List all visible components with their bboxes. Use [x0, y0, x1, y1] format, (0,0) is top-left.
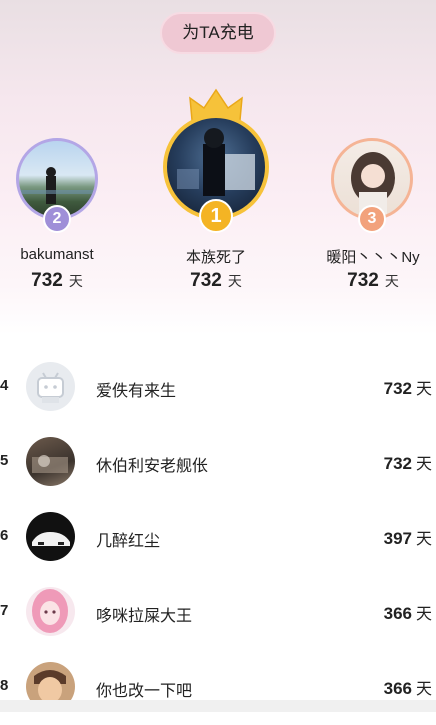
list-item[interactable]: 8 你也改一下吧 366 天 — [0, 650, 436, 725]
bottom-divider — [0, 700, 436, 712]
days-count: 397 天 — [383, 529, 432, 548]
user-name: 休伯利安老舰伥 — [96, 456, 209, 475]
list-item[interactable]: 7 哆咪拉屎大王 366 天 — [0, 575, 436, 650]
rank-number: 4 — [0, 377, 9, 394]
rank-badge: 3 — [358, 205, 386, 233]
rank-number: 6 — [0, 527, 9, 544]
user-name: 几醉红尘 — [96, 531, 161, 550]
podium-name: 暖阳丶丶丶Ny — [326, 249, 420, 266]
rank-badge: 1 — [199, 199, 233, 233]
days-count: 366 天 — [383, 679, 432, 698]
white-sports-car-avatar[interactable] — [26, 512, 75, 561]
days-count: 732 天 — [383, 454, 432, 473]
user-name: 爱佚有来生 — [96, 381, 177, 400]
user-name: 你也改一下吧 — [96, 681, 193, 700]
charge-for-ta-button[interactable]: 为TA充电 — [160, 12, 276, 54]
podium-days: 732 天 — [190, 270, 242, 291]
days-count: 732 天 — [383, 379, 432, 398]
rank-number: 5 — [0, 452, 9, 469]
podium-days: 732 天 — [347, 270, 399, 291]
user-name: 哆咪拉屎大王 — [96, 606, 193, 625]
pink-hair-girl-avatar[interactable] — [26, 587, 75, 636]
podium-name: bakumanst — [20, 246, 94, 263]
room-photo-avatar[interactable] — [26, 437, 75, 486]
days-count: 366 天 — [383, 604, 432, 623]
rank-number: 7 — [0, 602, 9, 619]
rank-number: 8 — [0, 677, 9, 694]
rank-badge: 2 — [43, 205, 71, 233]
bilibili-default-avatar[interactable] — [26, 362, 75, 411]
list-item[interactable]: 6 几醉红尘 397 天 — [0, 500, 436, 575]
podium-days: 732 天 — [31, 270, 83, 291]
podium-name: 本族死了 — [185, 249, 246, 266]
list-item[interactable]: 4 爱佚有来生 732 天 — [0, 350, 436, 425]
list-item[interactable]: 5 休伯利安老舰伥 732 天 — [0, 425, 436, 500]
